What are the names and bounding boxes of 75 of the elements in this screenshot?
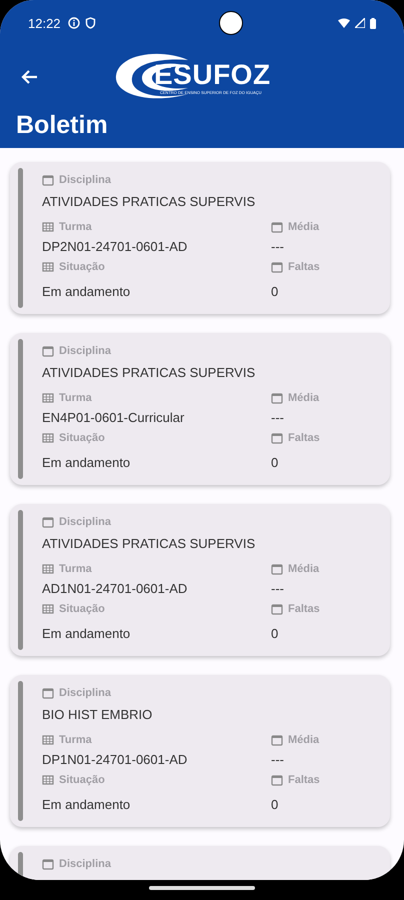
field-value: EN4P01-0601-Curricular xyxy=(42,409,186,427)
calendar-icon xyxy=(271,432,283,444)
field-value: DP2N01-24701-0601-AD xyxy=(42,238,188,256)
calendar-icon xyxy=(271,734,283,746)
table-icon xyxy=(42,432,54,444)
calendar-icon xyxy=(271,563,283,575)
calendar-icon xyxy=(42,687,54,699)
field-value: 0 xyxy=(271,283,280,301)
field-label: Turma xyxy=(59,221,92,233)
signal-icon xyxy=(355,18,365,28)
calendar-icon xyxy=(271,221,283,233)
table-icon xyxy=(42,392,54,404)
page-title: Boletim xyxy=(15,110,109,141)
discipline-name: ATIVIDADES PRATICAS SUPERVIS xyxy=(42,536,256,551)
field-label: Média xyxy=(288,734,320,746)
field-value: --- xyxy=(271,580,285,598)
discipline-name: BIO HIST EMBRIO xyxy=(42,707,154,722)
table-icon xyxy=(42,734,54,746)
wifi-icon xyxy=(338,18,350,28)
field-value: Em andamento xyxy=(42,283,132,301)
field-value: Em andamento xyxy=(42,625,132,643)
calendar-icon xyxy=(42,345,54,357)
camera-hole xyxy=(218,11,243,35)
field-label: Turma xyxy=(59,734,92,746)
grade-card[interactable]: Disciplina BIO HIST EMBRIO Turma DP1N01-24701-0601-AD Média --- Situação Em andamento Faltas 0 xyxy=(10,675,390,827)
table-icon xyxy=(42,774,54,786)
calendar-icon xyxy=(42,174,54,186)
field-label: Média xyxy=(288,563,320,575)
field-label: Disciplina xyxy=(59,687,111,699)
field-label: Média xyxy=(288,221,320,233)
field-label: Faltas xyxy=(288,261,320,273)
discipline-name: ATIVIDADES PRATICAS SUPERVIS xyxy=(42,194,256,209)
field-label: Disciplina xyxy=(59,858,111,870)
field-label: Faltas xyxy=(288,774,320,786)
field-label: Situação xyxy=(59,261,105,273)
grade-card[interactable]: Disciplina ATIVIDADES PRATICAS SUPERVIS Turma EN4P01-0601-Curricular Média --- Situação Em andamento Faltas 0 xyxy=(10,333,390,485)
field-label: Situação xyxy=(59,774,105,786)
field-label: Disciplina xyxy=(59,516,111,528)
field-value: Em andamento xyxy=(42,454,132,472)
shield-icon xyxy=(84,17,96,29)
calendar-icon xyxy=(42,858,54,870)
back-arrow-icon[interactable] xyxy=(20,69,38,85)
calendar-icon xyxy=(271,774,283,786)
field-label: Turma xyxy=(59,392,92,404)
table-icon xyxy=(42,261,54,273)
field-value: --- xyxy=(271,409,285,427)
calendar-icon xyxy=(42,516,54,528)
calendar-icon xyxy=(271,392,283,404)
calendar-icon xyxy=(271,603,283,615)
field-label: Faltas xyxy=(288,432,320,444)
field-value: 0 xyxy=(271,796,280,814)
field-value: 0 xyxy=(271,454,280,472)
status-time: 12:22 xyxy=(28,16,61,30)
field-value: Em andamento xyxy=(42,796,132,814)
field-label: Situação xyxy=(59,432,105,444)
table-icon xyxy=(42,563,54,575)
field-label: Disciplina xyxy=(59,345,111,357)
discipline-name: ATIVIDADES PRATICAS SUPERVIS xyxy=(42,365,256,380)
table-icon xyxy=(42,221,54,233)
field-label: Faltas xyxy=(288,603,320,615)
battery-icon xyxy=(370,18,376,28)
info-icon xyxy=(68,17,80,29)
calendar-icon xyxy=(271,261,283,273)
field-value: AD1N01-24701-0601-AD xyxy=(42,580,188,598)
field-value: --- xyxy=(271,238,285,256)
table-icon xyxy=(42,603,54,615)
field-value: 0 xyxy=(271,625,280,643)
field-label: Situação xyxy=(59,603,105,615)
field-value: DP1N01-24701-0601-AD xyxy=(42,751,188,769)
field-label: Disciplina xyxy=(59,174,111,186)
field-label: Média xyxy=(288,392,320,404)
grade-card[interactable]: Disciplina ATIVIDADES PRATICAS SUPERVIS Turma AD1N01-24701-0601-AD Média --- Situação Em andamento Faltas 0 xyxy=(10,504,390,656)
field-value: --- xyxy=(271,751,285,769)
grade-card[interactable]: Disciplina ATIVIDADES PRATICAS SUPERVIS Turma DP2N01-24701-0601-AD Média --- Situação Em andamento Faltas 0 xyxy=(10,162,390,314)
field-label: Turma xyxy=(59,563,92,575)
